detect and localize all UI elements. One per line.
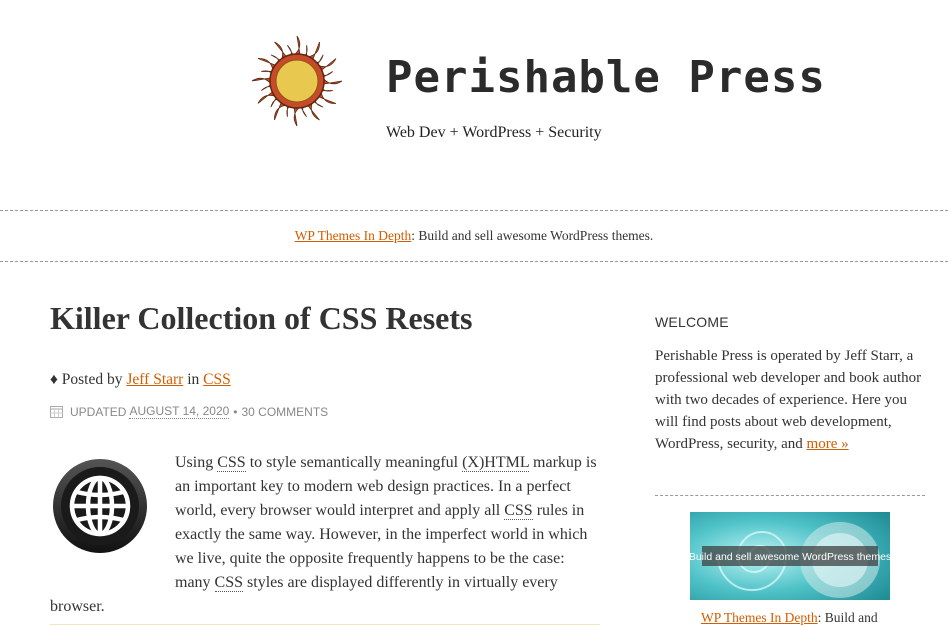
abbr-xhtml: (X)HTML — [462, 454, 530, 472]
sun-ray — [293, 106, 302, 127]
ad-text: : Build and — [817, 610, 878, 625]
post-divider — [50, 624, 600, 625]
abbr-css: CSS — [214, 574, 244, 592]
sidebar-divider — [655, 495, 925, 496]
promo-text: : Build and sell awesome WordPress theme… — [411, 228, 654, 243]
post-title[interactable]: Killer Collection of CSS Resets — [50, 300, 472, 337]
site-tagline: Web Dev + WordPress + Security — [386, 124, 602, 141]
welcome-text: Perishable Press is operated by Jeff Sta… — [655, 345, 927, 455]
site-title[interactable]: Perishable Press — [386, 52, 826, 103]
excerpt-text: styles are displayed differently in virt… — [50, 574, 558, 615]
more-link[interactable]: more » — [807, 436, 849, 452]
category-link[interactable]: CSS — [203, 371, 231, 388]
post-byline: ♦ Posted by Jeff Starr in CSS — [50, 371, 231, 389]
abbr-css: CSS — [217, 454, 246, 472]
sidebar-heading: WELCOME — [655, 314, 729, 330]
sun-ray — [251, 77, 272, 86]
byline-prefix: ♦ Posted by — [50, 371, 123, 388]
post-excerpt: Using CSS to style semantically meaningf… — [50, 451, 600, 619]
ad-caption: WP Themes In Depth: Build and — [701, 610, 878, 626]
meta-date: AUGUST 14, 2020 — [129, 404, 230, 419]
excerpt-text: to style semantically meaningful — [245, 454, 463, 471]
ad-link[interactable]: WP Themes In Depth — [701, 610, 818, 625]
sun-ray — [292, 35, 301, 56]
meta-separator: • — [233, 404, 238, 419]
byline-in: in — [187, 371, 200, 388]
welcome-body: Perishable Press is operated by Jeff Sta… — [655, 348, 922, 452]
meta-updated-label: UPDATED — [70, 404, 127, 419]
author-link[interactable]: Jeff Starr — [126, 371, 183, 388]
calendar-icon — [50, 406, 63, 418]
ad-banner-image[interactable]: Build and sell awesome WordPress themes — [690, 512, 890, 600]
abbr-css: CSS — [504, 502, 533, 520]
site-header: Perishable Press Web Dev + WordPress + S… — [0, 0, 948, 210]
excerpt-text: Using — [175, 454, 218, 471]
post-meta: UPDATED AUGUST 14, 2020 • 30 COMMENTS — [50, 404, 328, 419]
comments-link[interactable]: 30 COMMENTS — [242, 405, 329, 419]
sun-ray — [322, 76, 343, 85]
promo-link[interactable]: WP Themes In Depth — [295, 228, 412, 243]
ad-banner-text: Build and sell awesome WordPress themes — [690, 551, 890, 563]
icon-spacer — [50, 451, 175, 576]
promo-bar: WP Themes In Depth: Build and sell aweso… — [0, 210, 948, 262]
sun-logo-icon[interactable] — [251, 22, 343, 140]
